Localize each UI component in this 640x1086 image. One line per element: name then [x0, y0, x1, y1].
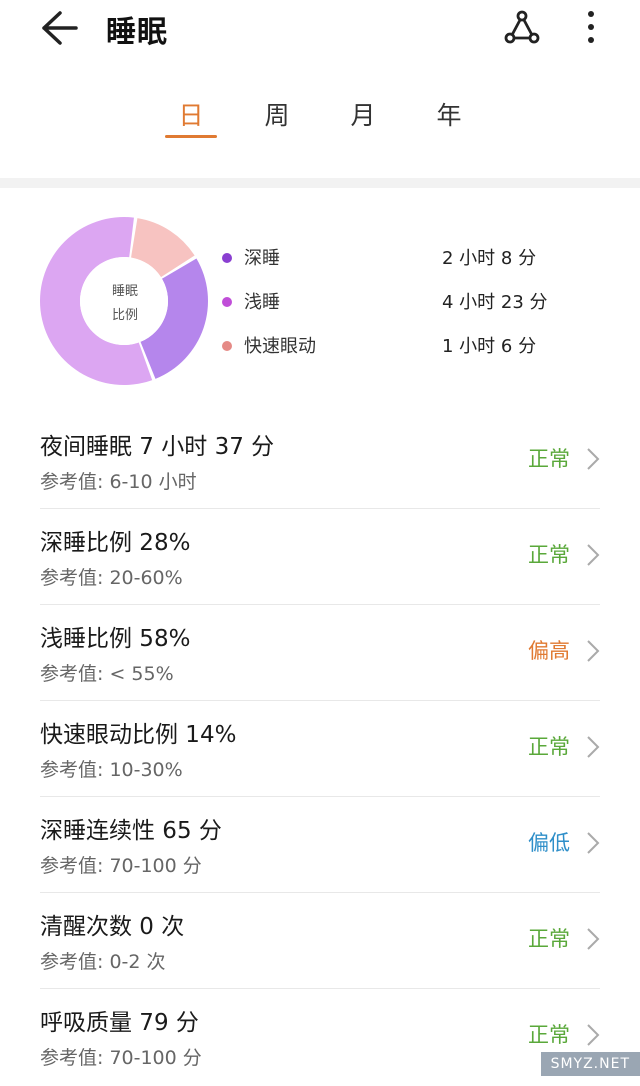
period-tabs: 日 周 月 年 [0, 86, 640, 146]
app-header: 睡眠 [0, 0, 640, 60]
metric-status: 偏低 [528, 831, 570, 855]
metric-row-awake-count[interactable]: 清醒次数 0 次 参考值: 0-2 次 正常 [0, 893, 640, 989]
metric-reference: 参考值: < 55% [40, 663, 174, 685]
tab-day[interactable]: 日 [161, 96, 221, 132]
chevron-right-icon [587, 448, 600, 470]
section-divider [0, 178, 640, 188]
page-title: 睡眠 [106, 15, 168, 50]
share-icon[interactable] [500, 8, 544, 46]
watermark: SMYZ.NET [540, 1052, 640, 1076]
legend-value: 2 小时 8 分 [442, 248, 537, 269]
metric-status: 偏高 [528, 639, 570, 663]
metric-title: 浅睡比例 58% [40, 626, 191, 652]
metric-title: 清醒次数 0 次 [40, 914, 185, 940]
legend-label: 深睡 [244, 248, 280, 269]
chevron-right-icon [587, 1024, 600, 1046]
legend-dot [222, 253, 232, 263]
metric-title: 深睡比例 28% [40, 530, 191, 556]
metric-reference: 参考值: 0-2 次 [40, 951, 166, 973]
donut-center-label-line1: 睡眠 [111, 284, 138, 299]
metric-reference: 参考值: 20-60% [40, 567, 183, 589]
metric-reference: 参考值: 6-10 小时 [40, 471, 197, 493]
metric-reference: 参考值: 10-30% [40, 759, 183, 781]
legend-dot [222, 297, 232, 307]
legend-value: 1 小时 6 分 [442, 336, 537, 357]
back-arrow-icon[interactable] [36, 8, 82, 48]
metric-row-deep-continuity[interactable]: 深睡连续性 65 分 参考值: 70-100 分 偏低 [0, 797, 640, 893]
active-tab-indicator [165, 135, 217, 138]
legend-dot [222, 341, 232, 351]
chevron-right-icon [587, 544, 600, 566]
metric-status: 正常 [528, 735, 570, 759]
chevron-right-icon [587, 928, 600, 950]
metric-status: 正常 [528, 543, 570, 567]
chevron-right-icon [587, 640, 600, 662]
legend-label: 浅睡 [244, 292, 280, 313]
donut-center-label-line2: 比例 [111, 308, 138, 323]
chevron-right-icon [587, 832, 600, 854]
legend-label: 快速眼动 [244, 336, 316, 357]
metric-row-light-ratio[interactable]: 浅睡比例 58% 参考值: < 55% 偏高 [0, 605, 640, 701]
tab-year[interactable]: 年 [419, 96, 479, 132]
metric-reference: 参考值: 70-100 分 [40, 1047, 202, 1069]
tab-month[interactable]: 月 [333, 96, 393, 132]
metric-title: 呼吸质量 79 分 [40, 1010, 199, 1036]
metric-title: 快速眼动比例 14% [40, 722, 237, 748]
legend-item-deep: 深睡 2 小时 8 分 [222, 243, 622, 273]
more-options-icon[interactable] [578, 6, 604, 48]
metric-status: 正常 [528, 1023, 570, 1047]
metric-row-deep-ratio[interactable]: 深睡比例 28% 参考值: 20-60% 正常 [0, 509, 640, 605]
metric-title: 深睡连续性 65 分 [40, 818, 222, 844]
metric-row-rem-ratio[interactable]: 快速眼动比例 14% 参考值: 10-30% 正常 [0, 701, 640, 797]
metric-reference: 参考值: 70-100 分 [40, 855, 202, 877]
donut-center-label: 睡眠 比例 [90, 280, 160, 328]
metric-title: 夜间睡眠 7 小时 37 分 [40, 434, 275, 460]
legend-item-rem: 快速眼动 1 小时 6 分 [222, 331, 622, 361]
metric-status: 正常 [528, 927, 570, 951]
legend-value: 4 小时 23 分 [442, 292, 548, 313]
legend-item-light: 浅睡 4 小时 23 分 [222, 287, 622, 317]
tab-week[interactable]: 周 [247, 96, 307, 132]
metric-row-night-sleep[interactable]: 夜间睡眠 7 小时 37 分 参考值: 6-10 小时 正常 [0, 413, 640, 509]
metric-status: 正常 [528, 447, 570, 471]
chevron-right-icon [587, 736, 600, 758]
